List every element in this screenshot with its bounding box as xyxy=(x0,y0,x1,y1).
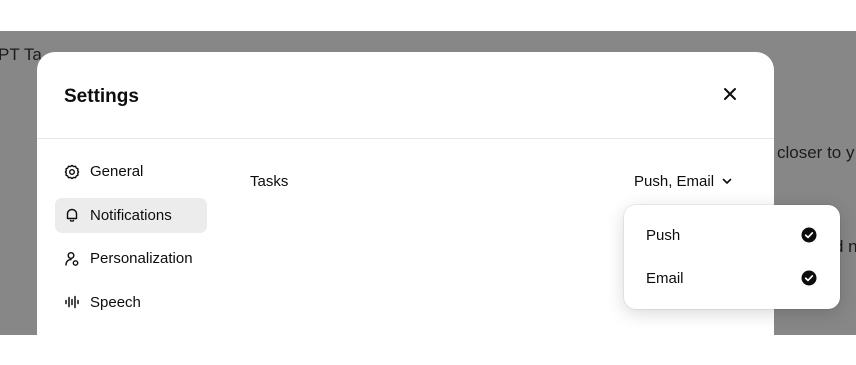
option-label: Push xyxy=(646,227,681,244)
screen: PT Ta closer to y d n Settings General N… xyxy=(0,0,856,365)
notification-options-dropdown: Push Email xyxy=(624,205,840,309)
background-text-fragment: closer to y xyxy=(777,143,855,162)
sidebar-item-label: General xyxy=(90,163,144,180)
option-label: Email xyxy=(646,270,684,287)
waveform-icon xyxy=(64,294,80,310)
bell-icon xyxy=(64,207,80,223)
sidebar-item-label: Speech xyxy=(90,293,141,311)
modal-title: Settings xyxy=(64,86,139,107)
close-icon xyxy=(724,88,736,100)
check-circle-icon xyxy=(801,227,817,243)
settings-sidebar: General Notifications Personalization Sp… xyxy=(55,154,207,328)
chevron-down-icon xyxy=(721,175,733,187)
sidebar-item-label: Notifications xyxy=(90,206,172,224)
sidebar-item-general[interactable]: General xyxy=(55,154,207,189)
sidebar-item-label: Personalization xyxy=(90,250,193,267)
tasks-notification-select[interactable]: Push, Email xyxy=(634,169,733,193)
close-button[interactable] xyxy=(716,80,744,108)
modal-header: Settings xyxy=(37,52,774,139)
select-value: Push, Email xyxy=(634,172,715,190)
sidebar-item-personalization[interactable]: Personalization xyxy=(55,241,207,276)
person-icon xyxy=(64,251,80,267)
dropdown-option-email[interactable]: Email xyxy=(624,257,840,300)
dropdown-option-push[interactable]: Push xyxy=(624,214,840,257)
tasks-label: Tasks xyxy=(250,173,289,190)
background-title-fragment: PT Ta xyxy=(0,45,42,64)
sidebar-item-speech[interactable]: Speech xyxy=(55,285,207,320)
sidebar-item-notifications[interactable]: Notifications xyxy=(55,197,207,233)
gear-icon xyxy=(64,164,80,180)
check-circle-icon xyxy=(801,270,817,286)
